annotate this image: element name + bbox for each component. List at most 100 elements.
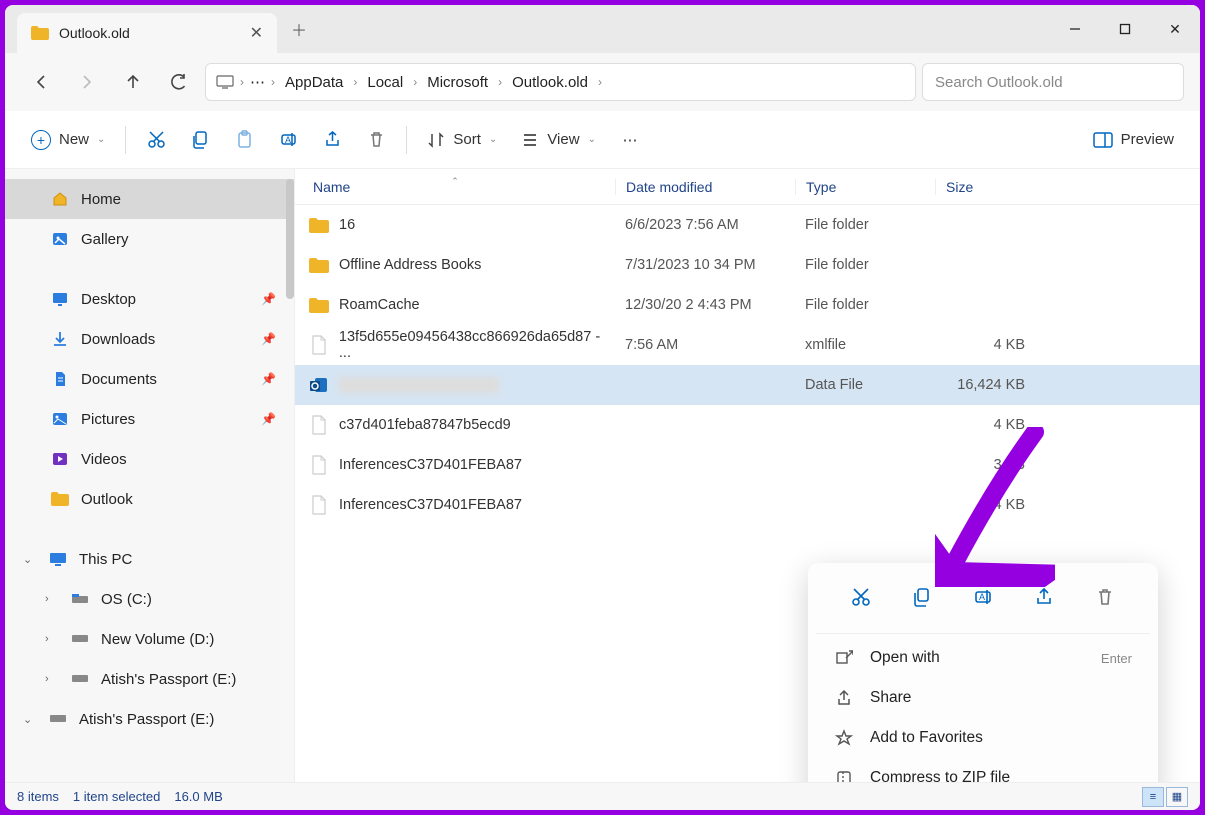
sidebar-item-passport-2[interactable]: ⌄ Atish's Passport (E:): [5, 699, 294, 739]
sidebar-item-home[interactable]: Home: [5, 179, 294, 219]
chevron-down-icon[interactable]: ⌄: [23, 553, 37, 566]
cell-size: 4 KB: [935, 497, 1035, 513]
view-button[interactable]: View ⌄: [511, 121, 606, 159]
copy-button[interactable]: [180, 121, 220, 159]
sidebar-item-documents[interactable]: Documents 📌: [5, 359, 294, 399]
sidebar-item-desktop[interactable]: Desktop 📌: [5, 279, 294, 319]
table-row[interactable]: InferencesC37D401FEBA874 KB: [295, 485, 1200, 525]
chevron-down-icon[interactable]: ⌄: [23, 713, 37, 726]
chevron-right-icon: ›: [353, 75, 357, 89]
view-mode-buttons: ≡ ▦: [1142, 787, 1188, 807]
status-size: 16.0 MB: [174, 789, 222, 804]
star-icon: [834, 729, 854, 747]
close-tab-icon[interactable]: ✕: [250, 23, 263, 43]
sidebar-item-new-volume[interactable]: › New Volume (D:): [5, 619, 294, 659]
breadcrumb[interactable]: › ⋯ › AppData › Local › Microsoft › Outl…: [205, 63, 916, 101]
context-menu-iconbar: A: [816, 573, 1150, 629]
cell-date: 7:56 AM: [615, 337, 795, 353]
table-row[interactable]: 166/6/2023 7:56 AMFile folder: [295, 205, 1200, 245]
plus-circle-icon: +: [31, 130, 51, 150]
sidebar-item-gallery[interactable]: Gallery: [5, 219, 294, 259]
sidebar-item-label: Pictures: [81, 411, 135, 428]
sort-button[interactable]: Sort ⌄: [417, 121, 507, 159]
refresh-button[interactable]: [159, 62, 199, 102]
drive-icon: [71, 674, 89, 684]
sidebar-item-os-c[interactable]: › OS (C:): [5, 579, 294, 619]
breadcrumb-outlook-old[interactable]: Outlook.old: [508, 74, 592, 91]
sidebar-item-label: OS (C:): [101, 591, 152, 608]
new-label: New: [59, 131, 89, 148]
sidebar-item-pictures[interactable]: Pictures 📌: [5, 399, 294, 439]
folder-icon: [31, 26, 49, 40]
minimize-button[interactable]: [1050, 5, 1100, 53]
download-icon: [51, 330, 69, 348]
body: Home Gallery Desktop 📌 Downloads 📌 Docum…: [5, 169, 1200, 782]
table-row[interactable]: c37d401feba87847b5ecd94 KB: [295, 405, 1200, 445]
chevron-right-icon[interactable]: ›: [45, 593, 59, 605]
breadcrumb-microsoft[interactable]: Microsoft: [423, 74, 492, 91]
titlebar: Outlook.old ✕ ＋ ✕: [5, 5, 1200, 53]
breadcrumb-local[interactable]: Local: [363, 74, 407, 91]
details-view-button[interactable]: ≡: [1142, 787, 1164, 807]
cell-size: 4 KB: [935, 417, 1035, 433]
cut-button[interactable]: [136, 121, 176, 159]
sidebar-item-outlook[interactable]: Outlook: [5, 479, 294, 519]
ctx-open-with[interactable]: Open with Enter: [816, 638, 1150, 678]
table-row[interactable]: Data File16,424 KB: [295, 365, 1200, 405]
forward-button[interactable]: [67, 62, 107, 102]
statusbar: 8 items 1 item selected 16.0 MB ≡ ▦: [5, 782, 1200, 810]
column-name[interactable]: ⌃Name: [295, 179, 615, 195]
icons-view-button[interactable]: ▦: [1166, 787, 1188, 807]
column-size[interactable]: Size: [935, 179, 1035, 195]
status-selected: 1 item selected: [73, 789, 160, 804]
filename: Offline Address Books: [339, 257, 481, 273]
chevron-right-icon[interactable]: ›: [45, 633, 59, 645]
sidebar-item-videos[interactable]: Videos: [5, 439, 294, 479]
tab-outlook-old[interactable]: Outlook.old ✕: [17, 13, 277, 53]
folder-icon: [309, 295, 329, 315]
table-row[interactable]: Offline Address Books7/31/2023 10 34 PMF…: [295, 245, 1200, 285]
table-row[interactable]: 13f5d655e09456438cc866926da65d87 - ...7:…: [295, 325, 1200, 365]
cut-icon[interactable]: [843, 579, 879, 615]
ctx-share[interactable]: Share: [816, 678, 1150, 718]
column-type[interactable]: Type: [795, 179, 935, 195]
delete-icon[interactable]: [1087, 579, 1123, 615]
rename-icon[interactable]: A: [965, 579, 1001, 615]
column-date[interactable]: Date modified: [615, 179, 795, 195]
chevron-right-icon: ›: [498, 75, 502, 89]
maximize-button[interactable]: [1100, 5, 1150, 53]
up-button[interactable]: [113, 62, 153, 102]
rename-button[interactable]: A: [268, 121, 308, 159]
chevron-down-icon: ⌄: [97, 134, 105, 145]
ctx-add-favorites[interactable]: Add to Favorites: [816, 718, 1150, 758]
new-tab-button[interactable]: ＋: [277, 17, 321, 41]
table-row[interactable]: RoamCache12/30/20 2 4:43 PMFile folder: [295, 285, 1200, 325]
delete-button[interactable]: [356, 121, 396, 159]
file-explorer-window: Outlook.old ✕ ＋ ✕ › ⋯ › AppData › Local …: [5, 5, 1200, 810]
share-button[interactable]: [312, 121, 352, 159]
share-icon[interactable]: [1026, 579, 1062, 615]
gallery-icon: [51, 230, 69, 248]
search-input[interactable]: Search Outlook.old: [922, 63, 1184, 101]
sidebar-item-passport-1[interactable]: › Atish's Passport (E:): [5, 659, 294, 699]
preview-button[interactable]: Preview: [1083, 121, 1184, 159]
breadcrumb-appdata[interactable]: AppData: [281, 74, 347, 91]
sidebar-item-thispc[interactable]: ⌄ This PC: [5, 539, 294, 579]
chevron-right-icon[interactable]: ›: [45, 673, 59, 685]
close-window-button[interactable]: ✕: [1150, 5, 1200, 53]
paste-button[interactable]: [224, 121, 264, 159]
chevron-down-icon: ⌄: [489, 134, 497, 145]
ctx-label: Compress to ZIP file: [870, 769, 1010, 782]
sidebar-item-downloads[interactable]: Downloads 📌: [5, 319, 294, 359]
ctx-compress-zip[interactable]: Compress to ZIP file: [816, 758, 1150, 782]
more-button[interactable]: ⋯: [610, 121, 650, 159]
ellipsis-icon[interactable]: ⋯: [250, 73, 265, 91]
back-button[interactable]: [21, 62, 61, 102]
cell-type: xmlfile: [795, 337, 935, 353]
scrollbar[interactable]: [286, 179, 294, 299]
table-row[interactable]: InferencesC37D401FEBA873 KB: [295, 445, 1200, 485]
copy-icon[interactable]: [904, 579, 940, 615]
sidebar-item-label: Gallery: [81, 231, 129, 248]
videos-icon: [51, 450, 69, 468]
new-button[interactable]: + New ⌄: [21, 121, 115, 159]
